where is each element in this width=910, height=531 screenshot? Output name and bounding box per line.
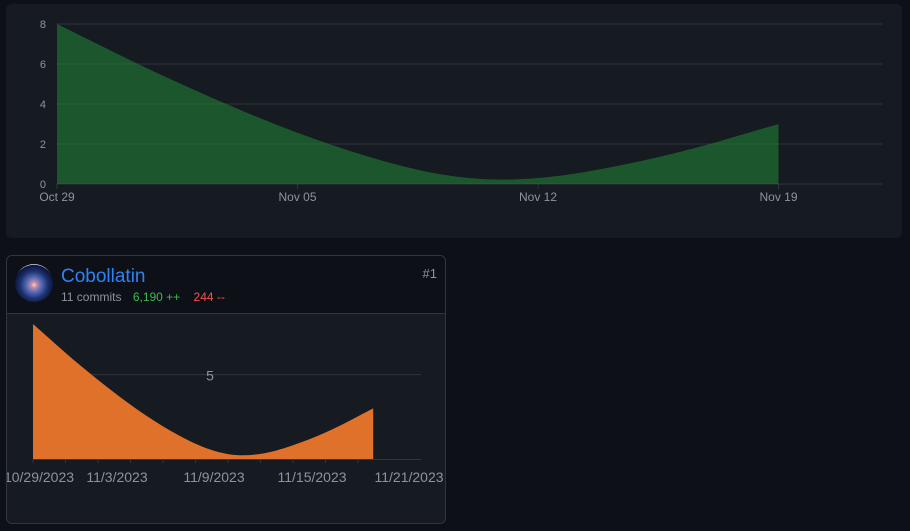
deletions-count: 244 -- <box>193 290 225 304</box>
contributor-name-link[interactable]: Cobollatin <box>61 266 146 288</box>
contributor-rank: #1 <box>422 266 437 281</box>
overview-commits-chart-panel: 0 2 4 6 8 Oct 29 Nov 05 Nov 12 Nov 19 <box>6 4 902 238</box>
contributor-card-header: Cobollatin 11 commits 6,190 ++ 244 -- #1 <box>7 256 445 314</box>
x-tick-label: 10/29/2023 <box>7 469 74 485</box>
x-tick-label: 11/21/2023 <box>374 469 443 485</box>
commits-area <box>33 324 374 459</box>
x-tick-label: Nov 19 <box>759 190 797 204</box>
x-tick-label: Nov 12 <box>519 190 557 204</box>
y-tick-label: 4 <box>40 99 46 111</box>
overview-commits-chart: 02468Oct 29 Nov 05 Nov 12 Nov 19 <box>39 19 882 204</box>
contributor-stats: 11 commits 6,190 ++ 244 -- <box>61 290 225 304</box>
avatar[interactable] <box>15 264 53 302</box>
x-tick-label: Nov 05 <box>278 190 316 204</box>
x-tick-label: 11/9/2023 <box>183 469 244 485</box>
y-tick-label: 6 <box>40 59 46 71</box>
x-tick-label: 11/15/2023 <box>277 469 346 485</box>
y-tick-label: 8 <box>40 19 46 31</box>
contributor-card: Cobollatin 11 commits 6,190 ++ 244 -- #1… <box>6 255 446 524</box>
x-tick-label: 11/3/2023 <box>86 469 147 485</box>
y-tick-label: 2 <box>40 139 46 151</box>
contributor-commits-chart: 5 10/29/2023 11/3/2023 11/9/2023 11/15/2023 1… <box>7 324 444 485</box>
additions-count: 6,190 ++ <box>132 290 181 304</box>
y-tick-label: 5 <box>206 368 214 384</box>
commit-count-link[interactable]: 11 commits <box>61 290 121 304</box>
x-tick-label: Oct 29 <box>39 190 75 204</box>
